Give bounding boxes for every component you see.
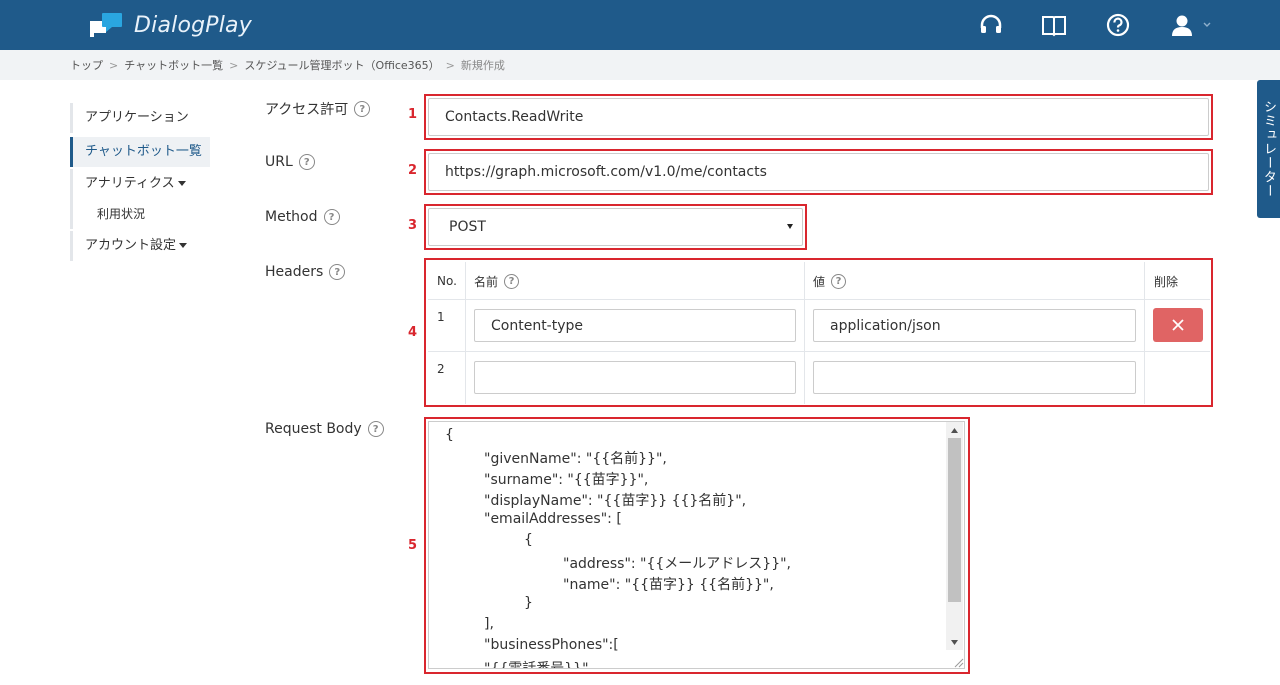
table-divider	[465, 262, 466, 404]
method-label-row: Method ?	[265, 209, 340, 225]
code-line: ],	[484, 616, 494, 632]
help-icon[interactable]	[1105, 12, 1131, 38]
header-value-input[interactable]	[813, 361, 1136, 394]
table-divider	[428, 299, 1210, 300]
caret-down-icon	[177, 181, 186, 186]
top-bar: DialogPlay	[0, 0, 1280, 50]
sidebar: アプリケーション チャットボット一覧 アナリティクス 利用状況 アカウント設定	[70, 103, 210, 261]
method-select[interactable]: POST	[428, 208, 803, 246]
simulator-tab-label: シミュレーター	[1261, 100, 1276, 198]
breadcrumb-bot[interactable]: スケジュール管理ボット（Office365）	[244, 57, 439, 73]
table-divider	[1144, 262, 1145, 404]
help-icon[interactable]: ?	[504, 273, 520, 289]
code-line: "address": "{{メールアドレス}}",	[563, 556, 792, 572]
sidebar-item-chatbot-list[interactable]: チャットボット一覧	[70, 137, 210, 167]
header-name-input[interactable]: Content-type	[474, 309, 796, 342]
sidebar-item-analytics-label: アナリティクス	[85, 176, 175, 191]
breadcrumb-chatbot-list[interactable]: チャットボット一覧	[124, 57, 223, 73]
user-menu[interactable]	[1170, 12, 1216, 38]
logo-icon	[90, 11, 124, 39]
app-name: DialogPlay	[134, 12, 252, 38]
method-select-value: POST	[449, 219, 486, 235]
access-label-row: アクセス許可 ?	[265, 99, 371, 119]
scroll-thumb[interactable]	[948, 438, 961, 602]
col-header-no: No.	[437, 274, 457, 288]
book-icon[interactable]	[1041, 12, 1067, 38]
col-header-name-label: 名前	[474, 274, 499, 289]
code-line: "name": "{{苗字}} {{名前}}",	[563, 577, 774, 593]
dropdown-arrow-icon	[787, 224, 793, 229]
help-icon[interactable]: ?	[354, 101, 371, 117]
header-value-input[interactable]: application/json	[813, 309, 1136, 342]
access-input-value: Contacts.ReadWrite	[445, 109, 584, 125]
code-line: "displayName": "{{苗字}} {{}名前}",	[484, 493, 747, 509]
header-name-input[interactable]	[474, 361, 796, 394]
header-name-value: Content-type	[491, 317, 584, 334]
code-line: {	[524, 532, 533, 548]
help-icon[interactable]: ?	[298, 154, 315, 170]
sidebar-item-usage[interactable]: 利用状況	[70, 199, 210, 229]
breadcrumb-separator: >	[229, 58, 239, 72]
close-icon	[1172, 319, 1184, 331]
sidebar-item-account-label: アカウント設定	[85, 238, 177, 253]
delete-row-button[interactable]	[1153, 308, 1203, 342]
method-label: Method	[265, 209, 318, 225]
url-label-row: URL ?	[265, 154, 315, 170]
breadcrumb: トップ > チャットボット一覧 > スケジュール管理ボット（Office365）…	[0, 50, 1280, 80]
marker-5: 5	[408, 538, 418, 553]
header-value-value: application/json	[830, 317, 941, 334]
row-number: 1	[437, 310, 445, 324]
code-line: }	[524, 595, 533, 611]
url-input-value: https://graph.microsoft.com/v1.0/me/cont…	[445, 164, 767, 180]
sidebar-item-application[interactable]: アプリケーション	[70, 103, 210, 133]
breadcrumb-separator: >	[109, 58, 119, 72]
request-body-textarea[interactable]: { "givenName": "{{名前}}", "surname": "{{苗…	[428, 421, 965, 669]
code-line: "surname": "{{苗字}}",	[484, 472, 649, 488]
row-number: 2	[437, 362, 445, 376]
code-line: "businessPhones":[	[484, 637, 619, 653]
code-line: "emailAddresses": [	[484, 511, 622, 527]
code-line: "{{電話番号}}"	[484, 661, 589, 669]
col-header-delete: 削除	[1154, 274, 1179, 289]
breadcrumb-separator: >	[445, 58, 455, 72]
headers-label-row: Headers ?	[265, 264, 346, 280]
simulator-tab[interactable]: シミュレーター	[1257, 80, 1280, 218]
code-line: "givenName": "{{名前}}",	[484, 451, 667, 467]
url-label: URL	[265, 154, 293, 170]
marker-2: 2	[408, 163, 418, 178]
table-divider	[804, 262, 805, 404]
code-line: {	[445, 427, 454, 443]
access-input[interactable]: Contacts.ReadWrite	[428, 98, 1209, 136]
sidebar-item-account-settings[interactable]: アカウント設定	[70, 231, 210, 261]
help-icon[interactable]: ?	[329, 264, 346, 280]
headset-icon[interactable]	[978, 12, 1004, 38]
col-header-value: 値 ?	[813, 272, 847, 290]
help-icon[interactable]: ?	[323, 209, 340, 225]
caret-down-icon	[179, 243, 188, 248]
sidebar-item-analytics[interactable]: アナリティクス	[70, 169, 210, 199]
help-icon[interactable]: ?	[367, 421, 384, 437]
logo[interactable]: DialogPlay	[90, 10, 252, 40]
access-label: アクセス許可	[265, 102, 349, 118]
breadcrumb-current: 新規作成	[460, 59, 505, 72]
col-header-value-label: 値	[813, 274, 826, 289]
marker-4: 4	[408, 325, 418, 340]
breadcrumb-top[interactable]: トップ	[70, 57, 103, 73]
marker-1: 1	[408, 107, 418, 122]
resize-handle-icon[interactable]	[952, 656, 964, 668]
table-divider	[428, 351, 1210, 352]
help-icon[interactable]: ?	[831, 273, 847, 289]
url-input[interactable]: https://graph.microsoft.com/v1.0/me/cont…	[428, 153, 1209, 191]
col-header-name: 名前 ?	[474, 272, 520, 290]
body-label-row: Request Body ?	[265, 421, 384, 437]
marker-3: 3	[408, 218, 418, 233]
body-label: Request Body	[265, 421, 362, 437]
headers-label: Headers	[265, 264, 324, 280]
